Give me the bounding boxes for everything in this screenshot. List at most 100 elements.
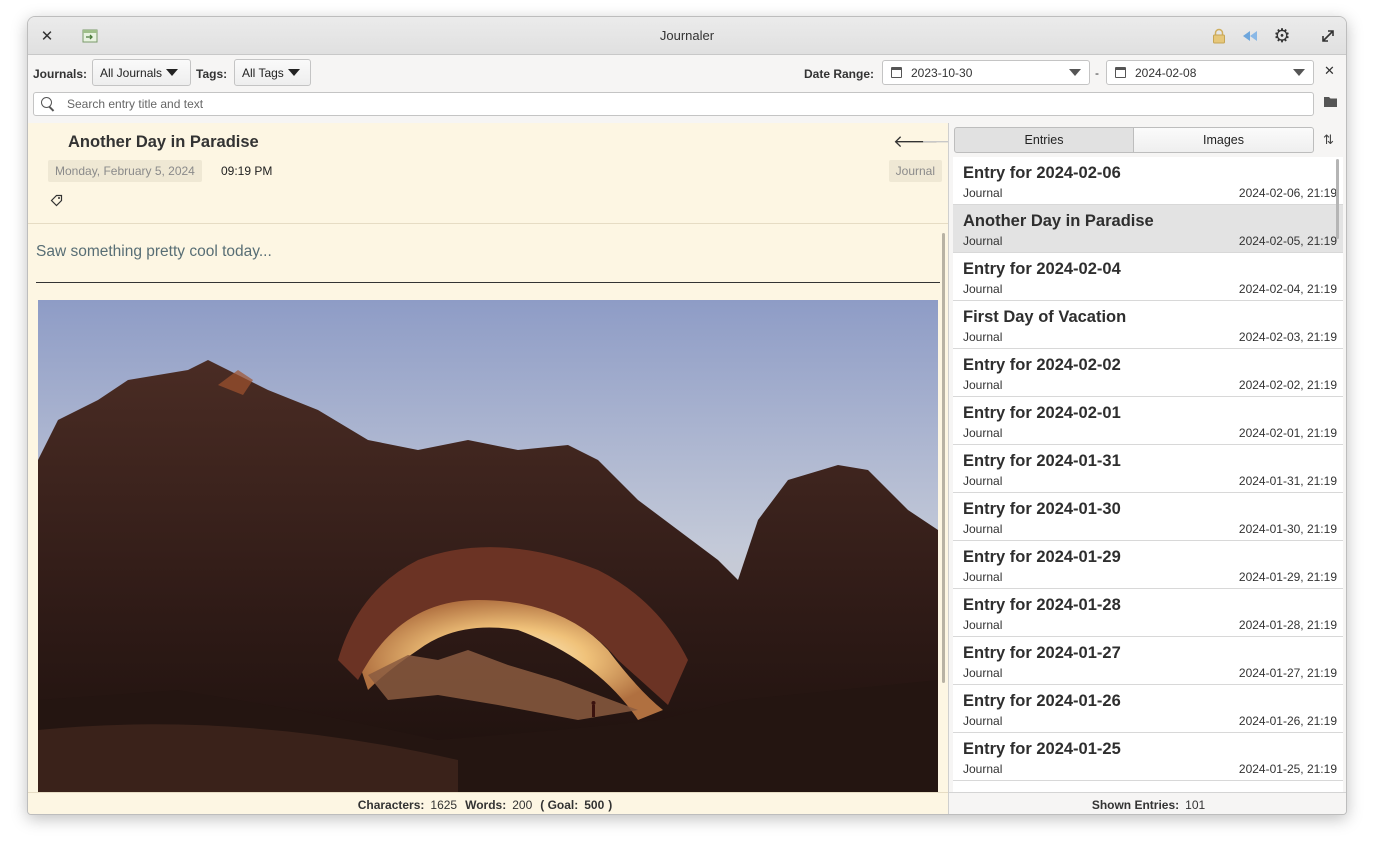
calendar-icon <box>1115 67 1126 78</box>
list-item[interactable]: Another Day in Paradise Journal 2024-02-05… <box>953 205 1343 253</box>
list-item-title: Entry for 2024-01-25 <box>963 740 1121 758</box>
list-item-title: Entry for 2024-01-28 <box>963 596 1121 614</box>
filter-toolbar: Journals: All Journals Tags: All Tags Da… <box>28 55 1346 127</box>
horizontal-rule <box>36 282 940 283</box>
search-icon <box>41 97 55 111</box>
sidebar-status-bar: Shown Entries: 101 <box>949 792 1346 814</box>
list-item-date: 2024-01-27, 21:19 <box>1238 666 1337 680</box>
app-window: ✕ Journaler ⚙ Journals: All Journals Tag… <box>27 16 1347 815</box>
list-item-date: 2024-02-05, 21:19 <box>1238 234 1337 248</box>
entry-date[interactable]: Monday, February 5, 2024 <box>48 160 202 182</box>
entry-editor: Another Day in Paradise 🡐 🡒 Monday, Febr… <box>28 123 967 792</box>
list-item[interactable]: Entry for 2024-01-30 Journal 2024-01-30, 2… <box>953 493 1343 541</box>
shown-entries-count: 101 <box>1185 797 1206 812</box>
calendar-icon <box>891 67 902 78</box>
goal-close: ) <box>608 797 613 812</box>
list-item-date: 2024-02-06, 21:19 <box>1238 186 1337 200</box>
chevron-down-icon <box>166 69 179 76</box>
goal-label: ( Goal: <box>540 797 579 812</box>
entry-photo[interactable] <box>38 300 938 792</box>
date-from-picker[interactable]: 2023-10-30 <box>882 60 1090 85</box>
list-item-title: Another Day in Paradise <box>963 212 1154 230</box>
list-item-title: Entry for 2024-02-02 <box>963 356 1121 374</box>
list-item[interactable]: Entry for 2024-01-29 Journal 2024-01-29, 2… <box>953 541 1343 589</box>
list-item-journal: Journal <box>963 186 1003 200</box>
entry-list: Entry for 2024-02-06 Journal 2024-02-06, 2… <box>953 157 1343 792</box>
tags-value: All Tags <box>242 65 284 80</box>
list-item-journal: Journal <box>963 234 1003 248</box>
list-item[interactable]: Entry for 2024-02-01 Journal 2024-02-01, 2… <box>953 397 1343 445</box>
gear-icon[interactable]: ⚙ <box>1270 24 1294 48</box>
list-item[interactable]: Entry for 2024-01-25 Journal 2024-01-25, 2… <box>953 733 1343 781</box>
list-item-journal: Journal <box>963 378 1003 392</box>
list-item-journal: Journal <box>963 570 1003 584</box>
editor-scrollbar[interactable] <box>942 233 945 683</box>
date-to-picker[interactable]: 2024-02-08 <box>1106 60 1314 85</box>
list-item[interactable]: First Day of Vacation Journal 2024-02-03, … <box>953 301 1343 349</box>
list-item-journal: Journal <box>963 426 1003 440</box>
list-item[interactable]: Entry for 2024-02-04 Journal 2024-02-04, 2… <box>953 253 1343 301</box>
list-item-journal: Journal <box>963 282 1003 296</box>
list-item-journal: Journal <box>963 330 1003 344</box>
chevron-down-icon <box>287 69 300 76</box>
search-input[interactable]: Search entry title and text <box>33 92 1314 116</box>
list-item[interactable]: Entry for 2024-01-28 Journal 2024-01-28, 2… <box>953 589 1343 637</box>
list-item[interactable]: Entry for 2024-01-27 Journal 2024-01-27, 2… <box>953 637 1343 685</box>
sort-icon[interactable]: ⇅ <box>1323 132 1334 148</box>
entry-body-text[interactable]: Saw something pretty cool today... <box>36 243 272 261</box>
header-divider <box>28 223 948 224</box>
list-item-title: Entry for 2024-01-27 <box>963 644 1121 662</box>
list-item-date: 2024-01-28, 21:19 <box>1238 618 1337 632</box>
list-item[interactable]: Entry for 2024-01-31 Journal 2024-01-31, 2… <box>953 445 1343 493</box>
list-item-date: 2024-02-03, 21:19 <box>1238 330 1337 344</box>
list-item-date: 2024-01-30, 21:19 <box>1238 522 1337 536</box>
folder-icon[interactable] <box>1323 95 1338 113</box>
date-to-value: 2024-02-08 <box>1135 65 1197 80</box>
shown-entries-label: Shown Entries: <box>1091 797 1180 812</box>
list-item-date: 2024-02-02, 21:19 <box>1238 378 1337 392</box>
entries-sidebar: Entries Images ⇅ Entry for 2024-02-06 Jou… <box>949 123 1346 792</box>
journals-label: Journals: <box>33 67 88 81</box>
list-item[interactable]: Entry for 2024-02-06 Journal 2024-02-06, 2… <box>953 157 1343 205</box>
list-item[interactable]: Entry for 2024-01-26 Journal 2024-01-26, 2… <box>953 685 1343 733</box>
list-item-journal: Journal <box>963 762 1003 776</box>
list-item[interactable]: Entry for 2024-02-02 Journal 2024-02-02, 2… <box>953 349 1343 397</box>
list-item-title: Entry for 2024-02-04 <box>963 260 1121 278</box>
list-item-date: 2024-01-31, 21:19 <box>1238 474 1337 488</box>
fullscreen-icon[interactable] <box>1316 24 1340 48</box>
date-separator: - <box>1095 66 1099 80</box>
list-item-journal: Journal <box>963 522 1003 536</box>
tab-entries[interactable]: Entries <box>954 127 1134 153</box>
sidebar-scrollbar[interactable] <box>1336 159 1339 239</box>
characters-count: 1625 <box>430 797 458 812</box>
list-item-title: Entry for 2024-01-29 <box>963 548 1121 566</box>
entry-time[interactable]: 09:19 PM <box>221 164 272 178</box>
clear-date-icon[interactable]: ✕ <box>1324 63 1335 79</box>
tab-images[interactable]: Images <box>1133 127 1314 153</box>
list-item-journal: Journal <box>963 666 1003 680</box>
list-item-title: Entry for 2024-02-06 <box>963 164 1121 182</box>
tags-dropdown[interactable]: All Tags <box>234 59 311 86</box>
tag-icon[interactable] <box>50 194 63 207</box>
title-bar: ✕ Journaler ⚙ <box>28 17 1346 55</box>
entry-journal[interactable]: Journal <box>888 160 942 182</box>
chevron-down-icon[interactable] <box>1069 69 1081 76</box>
lock-icon[interactable] <box>1207 24 1231 48</box>
words-count: 200 <box>512 797 533 812</box>
chevron-down-icon[interactable] <box>1293 69 1305 76</box>
tags-label: Tags: <box>196 67 228 81</box>
rewind-icon[interactable] <box>1238 24 1262 48</box>
list-item-journal: Journal <box>963 714 1003 728</box>
list-item-date: 2024-01-26, 21:19 <box>1238 714 1337 728</box>
list-item-title: Entry for 2024-02-01 <box>963 404 1121 422</box>
list-item-title: First Day of Vacation <box>963 308 1127 326</box>
date-range-label: Date Range: <box>804 67 875 81</box>
list-item-title: Entry for 2024-01-31 <box>963 452 1121 470</box>
list-item-date: 2024-02-01, 21:19 <box>1238 426 1337 440</box>
list-item-journal: Journal <box>963 474 1003 488</box>
journals-dropdown[interactable]: All Journals <box>92 59 191 86</box>
journals-value: All Journals <box>100 65 163 80</box>
window-title: Journaler <box>659 28 715 43</box>
list-item-title: Entry for 2024-01-26 <box>963 692 1121 710</box>
entry-title[interactable]: Another Day in Paradise <box>68 133 259 152</box>
